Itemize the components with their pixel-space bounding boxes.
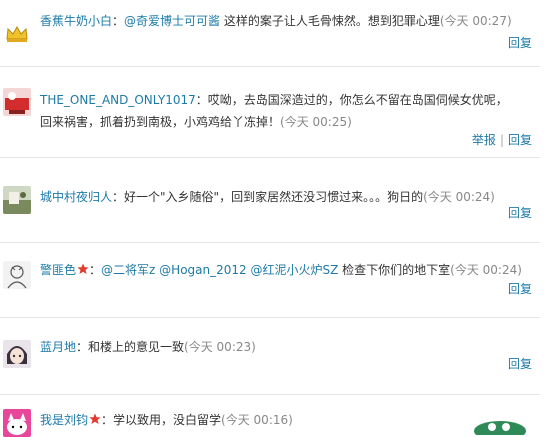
- comment-time: (今天 00:27): [439, 14, 512, 28]
- reply-button[interactable]: 回复: [508, 357, 532, 371]
- comment-item: 警匪色 ：@二将军z @Hogan_2012 @红泥小火炉SZ 检查下你们的地下室…: [0, 243, 540, 318]
- mention-link[interactable]: @Hogan_2012: [159, 263, 246, 277]
- comment-body: 城中村夜归人：好一个"入乡随俗"，回到家居然还没习惯过来。。。狗日的(今天 00…: [40, 190, 495, 204]
- avatar-photo[interactable]: [3, 186, 31, 214]
- comment-time: (今天 00:23): [184, 340, 256, 354]
- badge-star-icon: [89, 413, 101, 424]
- comment-actions: 回复: [508, 355, 532, 372]
- comment-text: 和楼上的意见一致: [88, 340, 185, 354]
- comment-author[interactable]: 香蕉牛奶小白: [40, 14, 112, 28]
- avatar-sketch[interactable]: [3, 261, 31, 289]
- avatar-crown[interactable]: [3, 20, 31, 48]
- comment-body: 我是刘钧 ：学以致用，没白留学(今天 00:16): [40, 413, 293, 427]
- comment-item: 城中村夜归人：好一个"入乡随俗"，回到家居然还没习惯过来。。。狗日的(今天 00…: [0, 158, 540, 243]
- comment-text: 学以致用，没白留学: [113, 413, 222, 427]
- mention-link[interactable]: @红泥小火炉SZ: [250, 263, 338, 277]
- photo-avatar-icon: [3, 186, 31, 214]
- mention-link[interactable]: @二将军z: [101, 263, 155, 277]
- comment-item: 香蕉牛奶小白：@奇爱博士可可酱 这样的案子让人毛骨悚然。想到犯罪心理(今天 00…: [0, 0, 540, 67]
- comment-text: 检查下你们的地下室: [338, 263, 451, 277]
- report-button[interactable]: 举报: [472, 133, 496, 147]
- comment-body: 警匪色 ：@二将军z @Hogan_2012 @红泥小火炉SZ 检查下你们的地下室…: [40, 263, 522, 277]
- reply-button[interactable]: 回复: [508, 206, 532, 220]
- comment-author[interactable]: THE_ONE_AND_ONLY1017: [40, 93, 196, 107]
- comment-author[interactable]: 我是刘钧: [40, 413, 88, 427]
- comment-item: 我是刘钧 ：学以致用，没白留学(今天 00:16): [0, 395, 540, 437]
- badge-star-icon: [77, 263, 89, 274]
- comment-body: THE_ONE_AND_ONLY1017：哎呦，去岛国深造过的，你怎么不留在岛国…: [40, 93, 508, 129]
- comment-text: 回来祸害，抓着扔到南极，小鸡鸡给丫冻掉！: [40, 115, 281, 129]
- comment-actions: 举报 | 回复: [471, 133, 532, 147]
- decorative-mascot-icon: [474, 421, 526, 435]
- comment-author[interactable]: 蓝月地: [40, 340, 76, 354]
- reply-button[interactable]: 回复: [508, 133, 532, 147]
- comment-time: (今天 00:16): [221, 413, 293, 427]
- comment-actions: 回复: [508, 280, 532, 297]
- anime-avatar-icon: [3, 340, 31, 368]
- comment-text: 哎呦，去岛国深造过的，你怎么不留在岛国伺候女优呢，: [207, 93, 508, 107]
- crown-icon: [6, 25, 28, 42]
- comment-author[interactable]: 警匪色: [40, 263, 76, 277]
- comment-body: 蓝月地：和楼上的意见一致(今天 00:23): [40, 340, 256, 354]
- reply-button[interactable]: 回复: [508, 36, 532, 50]
- comment-time: (今天 00:25): [280, 115, 352, 129]
- avatar-comic[interactable]: [3, 88, 31, 116]
- comment-body: 香蕉牛奶小白：@奇爱博士可可酱 这样的案子让人毛骨悚然。想到犯罪心理(今天 00…: [40, 14, 512, 28]
- comment-actions: 回复: [508, 204, 532, 221]
- kitty-avatar-icon: [3, 409, 31, 437]
- comment-author[interactable]: 城中村夜归人: [40, 190, 112, 204]
- reply-button[interactable]: 回复: [508, 282, 532, 296]
- avatar-kitty[interactable]: [3, 409, 31, 437]
- comic-avatar-icon: [3, 88, 31, 116]
- comment-item: 蓝月地：和楼上的意见一致(今天 00:23) 回复: [0, 318, 540, 395]
- comment-item: THE_ONE_AND_ONLY1017：哎呦，去岛国深造过的，你怎么不留在岛国…: [0, 67, 540, 158]
- comment-time: (今天 00:24): [450, 263, 522, 277]
- avatar-anime[interactable]: [3, 340, 31, 368]
- comment-text: 好一个"入乡随俗"，回到家居然还没习惯过来。。。狗日的: [124, 190, 424, 204]
- mention-link[interactable]: @奇爱博士可可酱: [124, 14, 220, 28]
- comment-text: 这样的案子让人毛骨悚然。想到犯罪心理: [220, 14, 440, 28]
- sketch-avatar-icon: [3, 261, 31, 289]
- comment-actions: 回复: [508, 34, 532, 51]
- comment-time: (今天 00:24): [423, 190, 495, 204]
